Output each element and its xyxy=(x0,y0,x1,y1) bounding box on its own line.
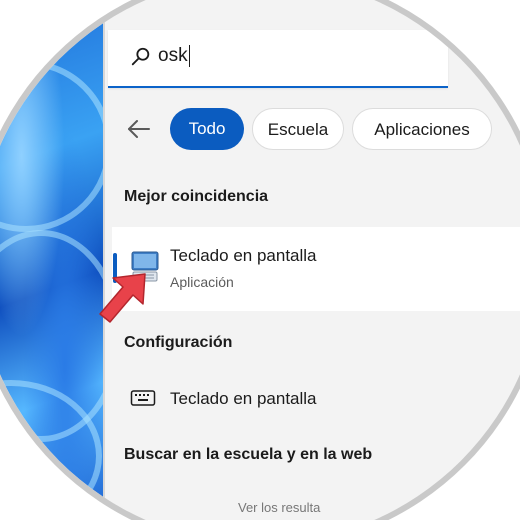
keyboard-icon xyxy=(130,390,156,406)
filter-tab-escuela[interactable]: Escuela xyxy=(252,108,344,150)
wallpaper-swirl xyxy=(0,60,112,232)
search-query-text: osk xyxy=(158,45,188,67)
search-input[interactable]: osk xyxy=(158,45,191,67)
text-caret xyxy=(188,45,191,67)
web-search-heading: Buscar en la escuela y en la web xyxy=(124,446,373,463)
pointer-arrow-icon xyxy=(99,273,146,323)
desktop-wallpaper xyxy=(0,0,122,520)
web-result-partial[interactable]: Ver los resulta xyxy=(238,500,320,515)
best-match-heading: Mejor coincidencia xyxy=(124,188,269,205)
filter-tab-todo[interactable]: Todo xyxy=(170,108,244,150)
filter-tab-aplicaciones[interactable]: Aplicaciones xyxy=(352,108,492,150)
settings-heading: Configuración xyxy=(124,334,233,351)
search-box[interactable]: osk xyxy=(108,30,448,88)
best-match-subtitle: Aplicación xyxy=(170,274,234,290)
best-match-title: Teclado en pantalla xyxy=(170,246,317,265)
screenshot-stage: osk Todo Escuela Aplicaciones Mejor coin… xyxy=(0,0,520,520)
best-match-result[interactable] xyxy=(112,227,520,311)
back-arrow-icon[interactable] xyxy=(125,115,153,143)
settings-result-label: Teclado en pantalla xyxy=(170,389,317,408)
search-icon xyxy=(131,47,150,66)
